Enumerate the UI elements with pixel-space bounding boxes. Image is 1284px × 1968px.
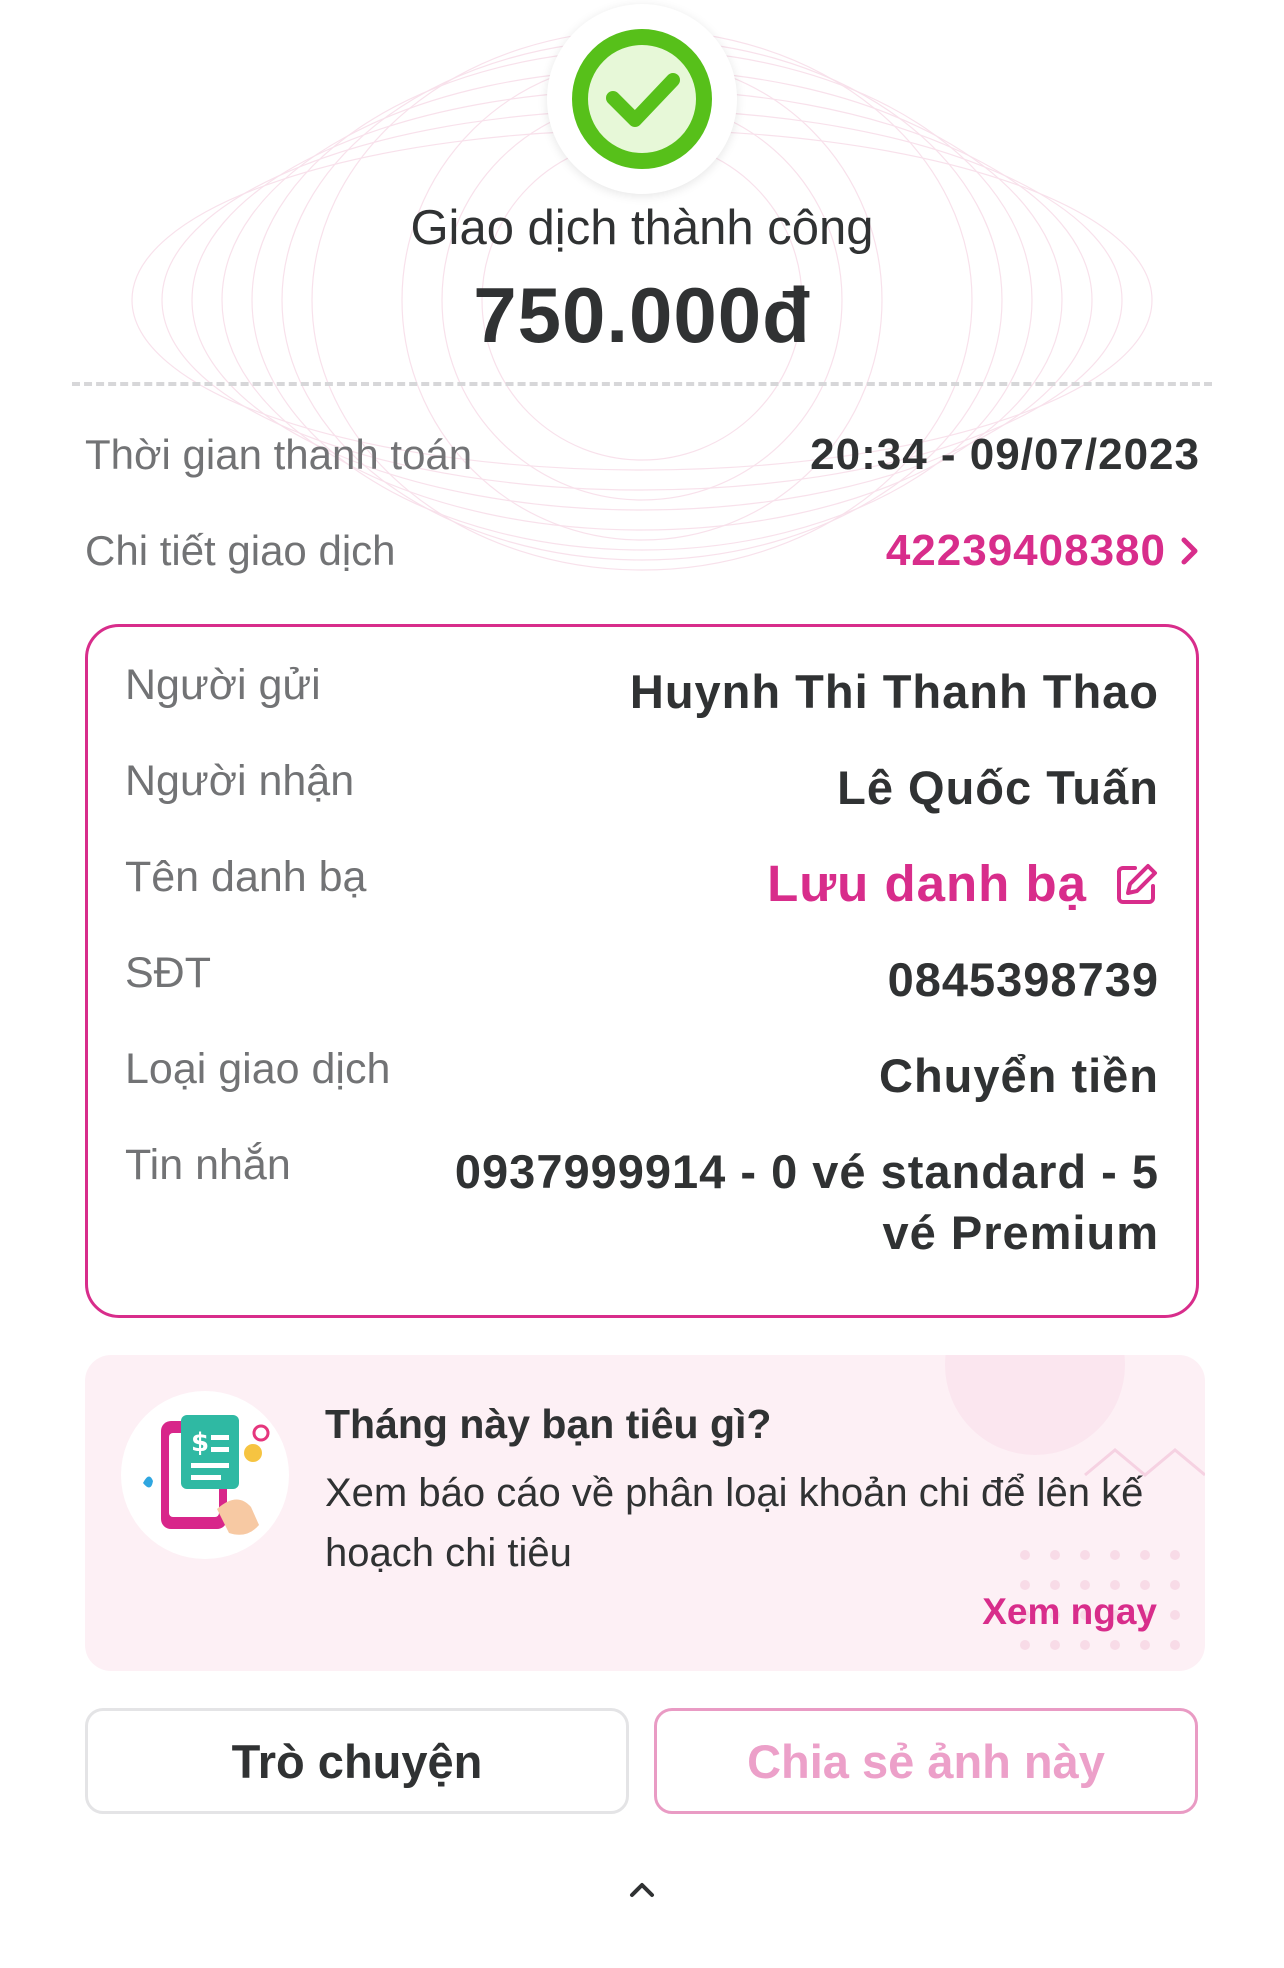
status-title: Giao dịch thành công <box>410 201 874 255</box>
transaction-detail-row[interactable]: Chi tiết giao dịch 42239408380 <box>85 526 1200 576</box>
message-value: 0937999914 - 0 vé standard - 5 vé Premiu… <box>454 1145 1159 1259</box>
transaction-id-value: 42239408380 <box>885 526 1166 575</box>
save-contact-label: Lưu danh bạ <box>767 855 1087 912</box>
check-circle-icon <box>572 29 712 169</box>
transaction-amount: 750.000đ <box>473 271 811 359</box>
transaction-type-row: Loại giao dịch Chuyển tiền <box>125 1045 1159 1106</box>
receiver-label: Người nhận <box>125 757 355 805</box>
banner-title: Tháng này bạn tiêu gì? <box>325 1401 772 1447</box>
payment-time-row: Thời gian thanh toán 20:34 - 09/07/2023 <box>85 430 1200 480</box>
success-badge <box>547 4 737 194</box>
transaction-detail-card: Người gửi Huynh Thi Thanh Thao Người nhậ… <box>85 624 1199 1318</box>
transaction-type-label: Loại giao dịch <box>125 1045 391 1093</box>
share-image-button[interactable]: Chia sẻ ảnh này <box>654 1708 1198 1814</box>
expense-report-icon-wrap: $ <box>121 1391 289 1559</box>
transaction-type-value: Chuyển tiền <box>879 1049 1159 1102</box>
sender-label: Người gửi <box>125 661 321 709</box>
banner-description: Xem báo cáo về phân loại khoản chi để lê… <box>325 1471 1144 1575</box>
chevron-right-icon <box>1181 537 1198 565</box>
divider <box>72 382 1212 386</box>
chat-button[interactable]: Trò chuyện <box>85 1708 629 1814</box>
spending-report-banner[interactable]: $ Tháng này bạn tiêu gì? Xem báo cáo về … <box>85 1355 1205 1671</box>
svg-text:$: $ <box>191 1428 209 1458</box>
message-label: Tin nhắn <box>125 1141 291 1189</box>
transaction-detail-label: Chi tiết giao dịch <box>85 527 396 574</box>
payment-time-label: Thời gian thanh toán <box>85 431 473 478</box>
view-now-link[interactable]: Xem ngay <box>982 1591 1157 1633</box>
phone-label: SĐT <box>125 949 211 997</box>
sender-row: Người gửi Huynh Thi Thanh Thao <box>125 661 1159 722</box>
contact-name-label: Tên danh bạ <box>125 853 367 901</box>
phone-value: 0845398739 <box>887 953 1159 1006</box>
chevron-up-icon[interactable] <box>627 1878 657 1900</box>
sender-value: Huynh Thi Thanh Thao <box>629 665 1159 718</box>
receiver-row: Người nhận Lê Quốc Tuấn <box>125 757 1159 818</box>
expense-report-icon: $ <box>143 1415 270 1535</box>
phone-row: SĐT 0845398739 <box>125 949 1159 1010</box>
receiver-value: Lê Quốc Tuấn <box>837 761 1159 814</box>
save-contact-button[interactable]: Lưu danh bạ <box>767 853 1159 914</box>
payment-time-value: 20:34 - 09/07/2023 <box>810 430 1200 479</box>
contact-name-row: Tên danh bạ Lưu danh bạ <box>125 853 1159 914</box>
transaction-id-link[interactable]: 42239408380 <box>886 526 1200 576</box>
edit-icon <box>1117 863 1157 904</box>
message-row: Tin nhắn 0937999914 - 0 vé standard - 5 … <box>125 1141 1159 1263</box>
